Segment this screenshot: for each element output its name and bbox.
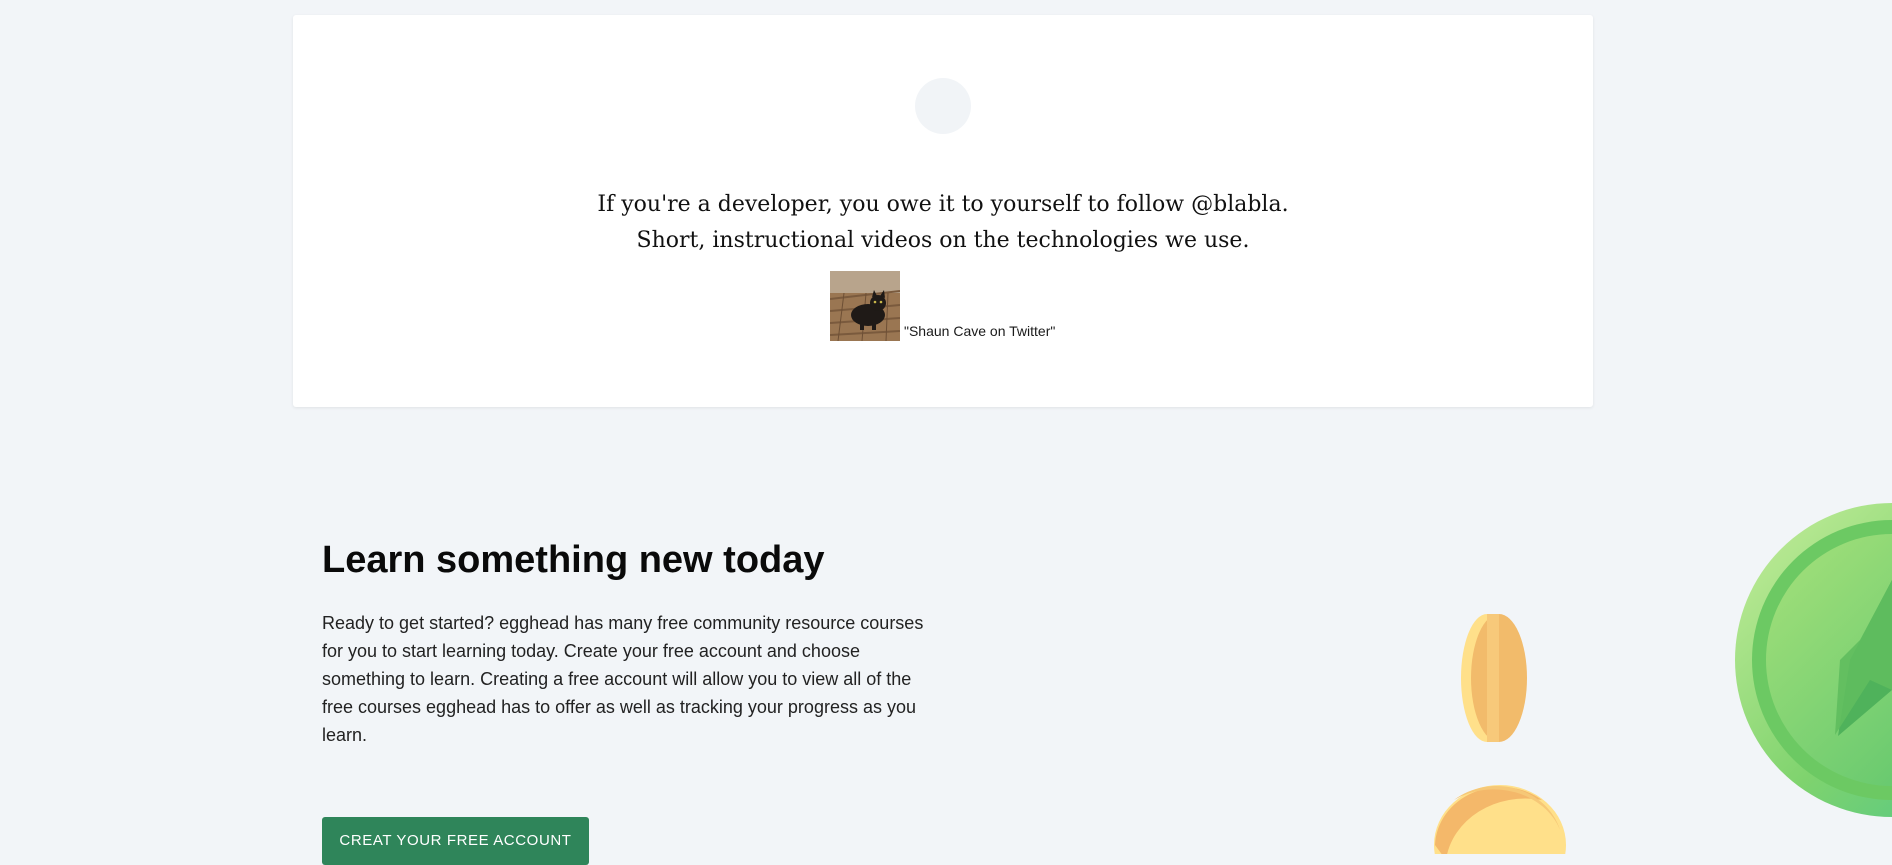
avatar-placeholder [915, 78, 971, 134]
testimonial-quote: If you're a developer, you owe it to you… [597, 192, 1289, 253]
create-account-button[interactable]: CREAT YOUR FREE ACCOUNT [322, 817, 589, 865]
gold-coin-icon [1434, 785, 1566, 854]
cta-description: Ready to get started? egghead has many f… [322, 613, 924, 745]
testimonial-author-name: "Shaun Cave on Twitter" [904, 323, 1056, 339]
star-coin-icon [1735, 503, 1892, 817]
gold-coin-icon [1461, 614, 1527, 742]
author-photo [830, 271, 900, 341]
cta-title: Learn something new today [322, 539, 825, 581]
testimonial-card: If you're a developer, you owe it to you… [293, 15, 1593, 407]
testimonial-author: "Shaun Cave on Twitter" [830, 271, 1055, 341]
